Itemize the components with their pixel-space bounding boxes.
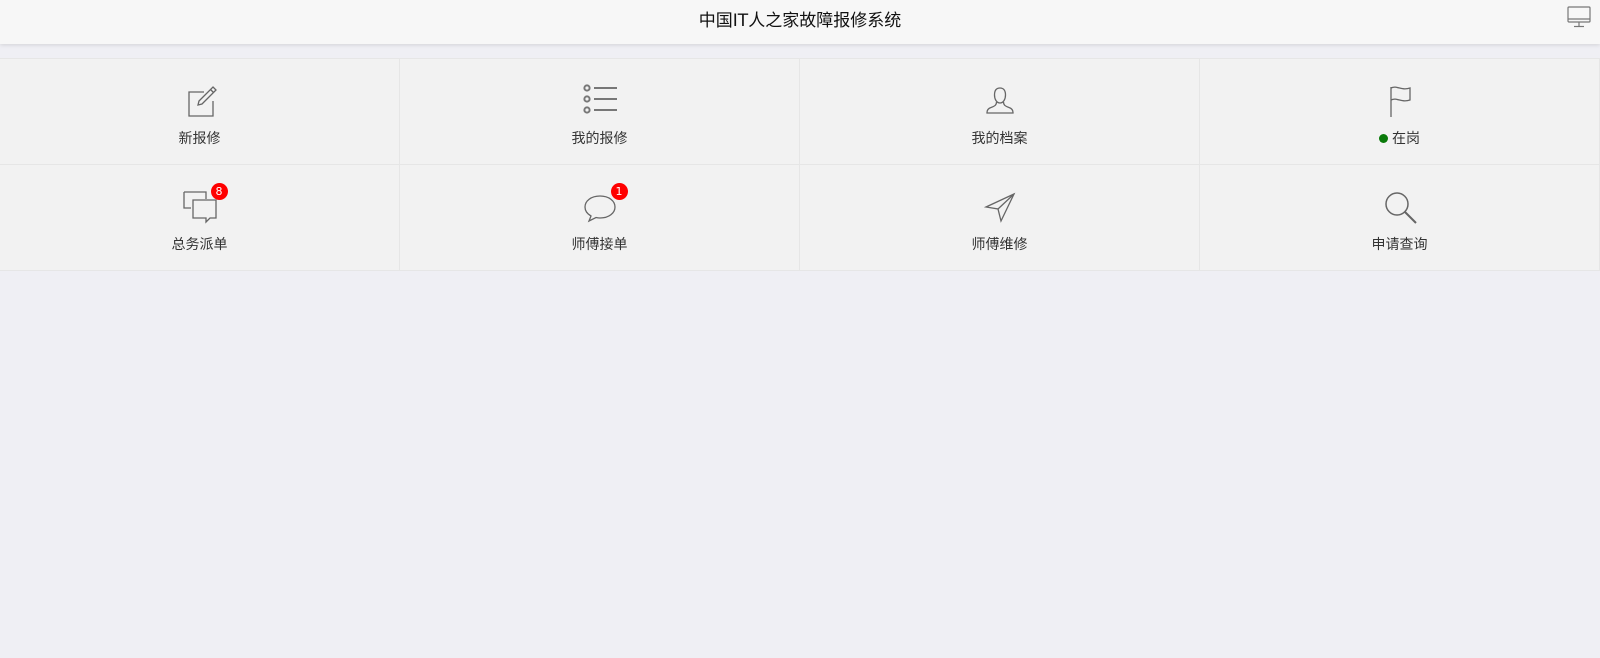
notification-badge: 1 [610, 183, 628, 200]
menu-grid: 新报修 我的报修 我的档案 在岗 8 总务派单 1 师傅接单 师傅维修 申请查询 [0, 58, 1600, 271]
list-icon [582, 83, 618, 119]
menu-item-label: 师傅接单 [571, 237, 628, 253]
menu-item-repair-work[interactable]: 师傅维修 [800, 165, 1200, 271]
menu-item-label: 总务派单 [171, 237, 228, 253]
menu-item-on-duty[interactable]: 在岗 [1200, 59, 1600, 165]
menu-item-my-profile[interactable]: 我的档案 [800, 59, 1200, 165]
status-label: 在岗 [1392, 131, 1420, 147]
menu-item-my-repairs[interactable]: 我的报修 [400, 59, 800, 165]
page-title: 中国IT人之家故障报修系统 [698, 11, 902, 31]
desktop-icon[interactable] [1566, 4, 1592, 30]
menu-item-label: 师傅维修 [971, 237, 1028, 253]
menu-item-label-row: 在岗 [1200, 128, 1599, 148]
chat-icon: 1 [582, 183, 628, 225]
send-icon [982, 189, 1018, 225]
menu-item-label: 我的档案 [971, 131, 1028, 147]
menu-item-label: 新报修 [178, 131, 221, 147]
edit-icon [182, 83, 218, 119]
status-dot [1379, 134, 1388, 143]
app-header: 中国IT人之家故障报修系统 [0, 0, 1600, 44]
menu-item-accept-order[interactable]: 1 师傅接单 [400, 165, 800, 271]
flag-icon [1382, 83, 1418, 119]
menu-item-label: 我的报修 [571, 131, 628, 147]
menu-item-label: 申请查询 [1371, 237, 1428, 253]
menu-item-new-repair[interactable]: 新报修 [0, 59, 400, 165]
user-icon [982, 83, 1018, 119]
search-icon [1382, 189, 1418, 225]
menu-item-dispatch[interactable]: 8 总务派单 [0, 165, 400, 271]
notification-badge: 8 [210, 183, 228, 200]
chat-bubbles-icon: 8 [182, 183, 228, 225]
menu-item-request-query[interactable]: 申请查询 [1200, 165, 1600, 271]
